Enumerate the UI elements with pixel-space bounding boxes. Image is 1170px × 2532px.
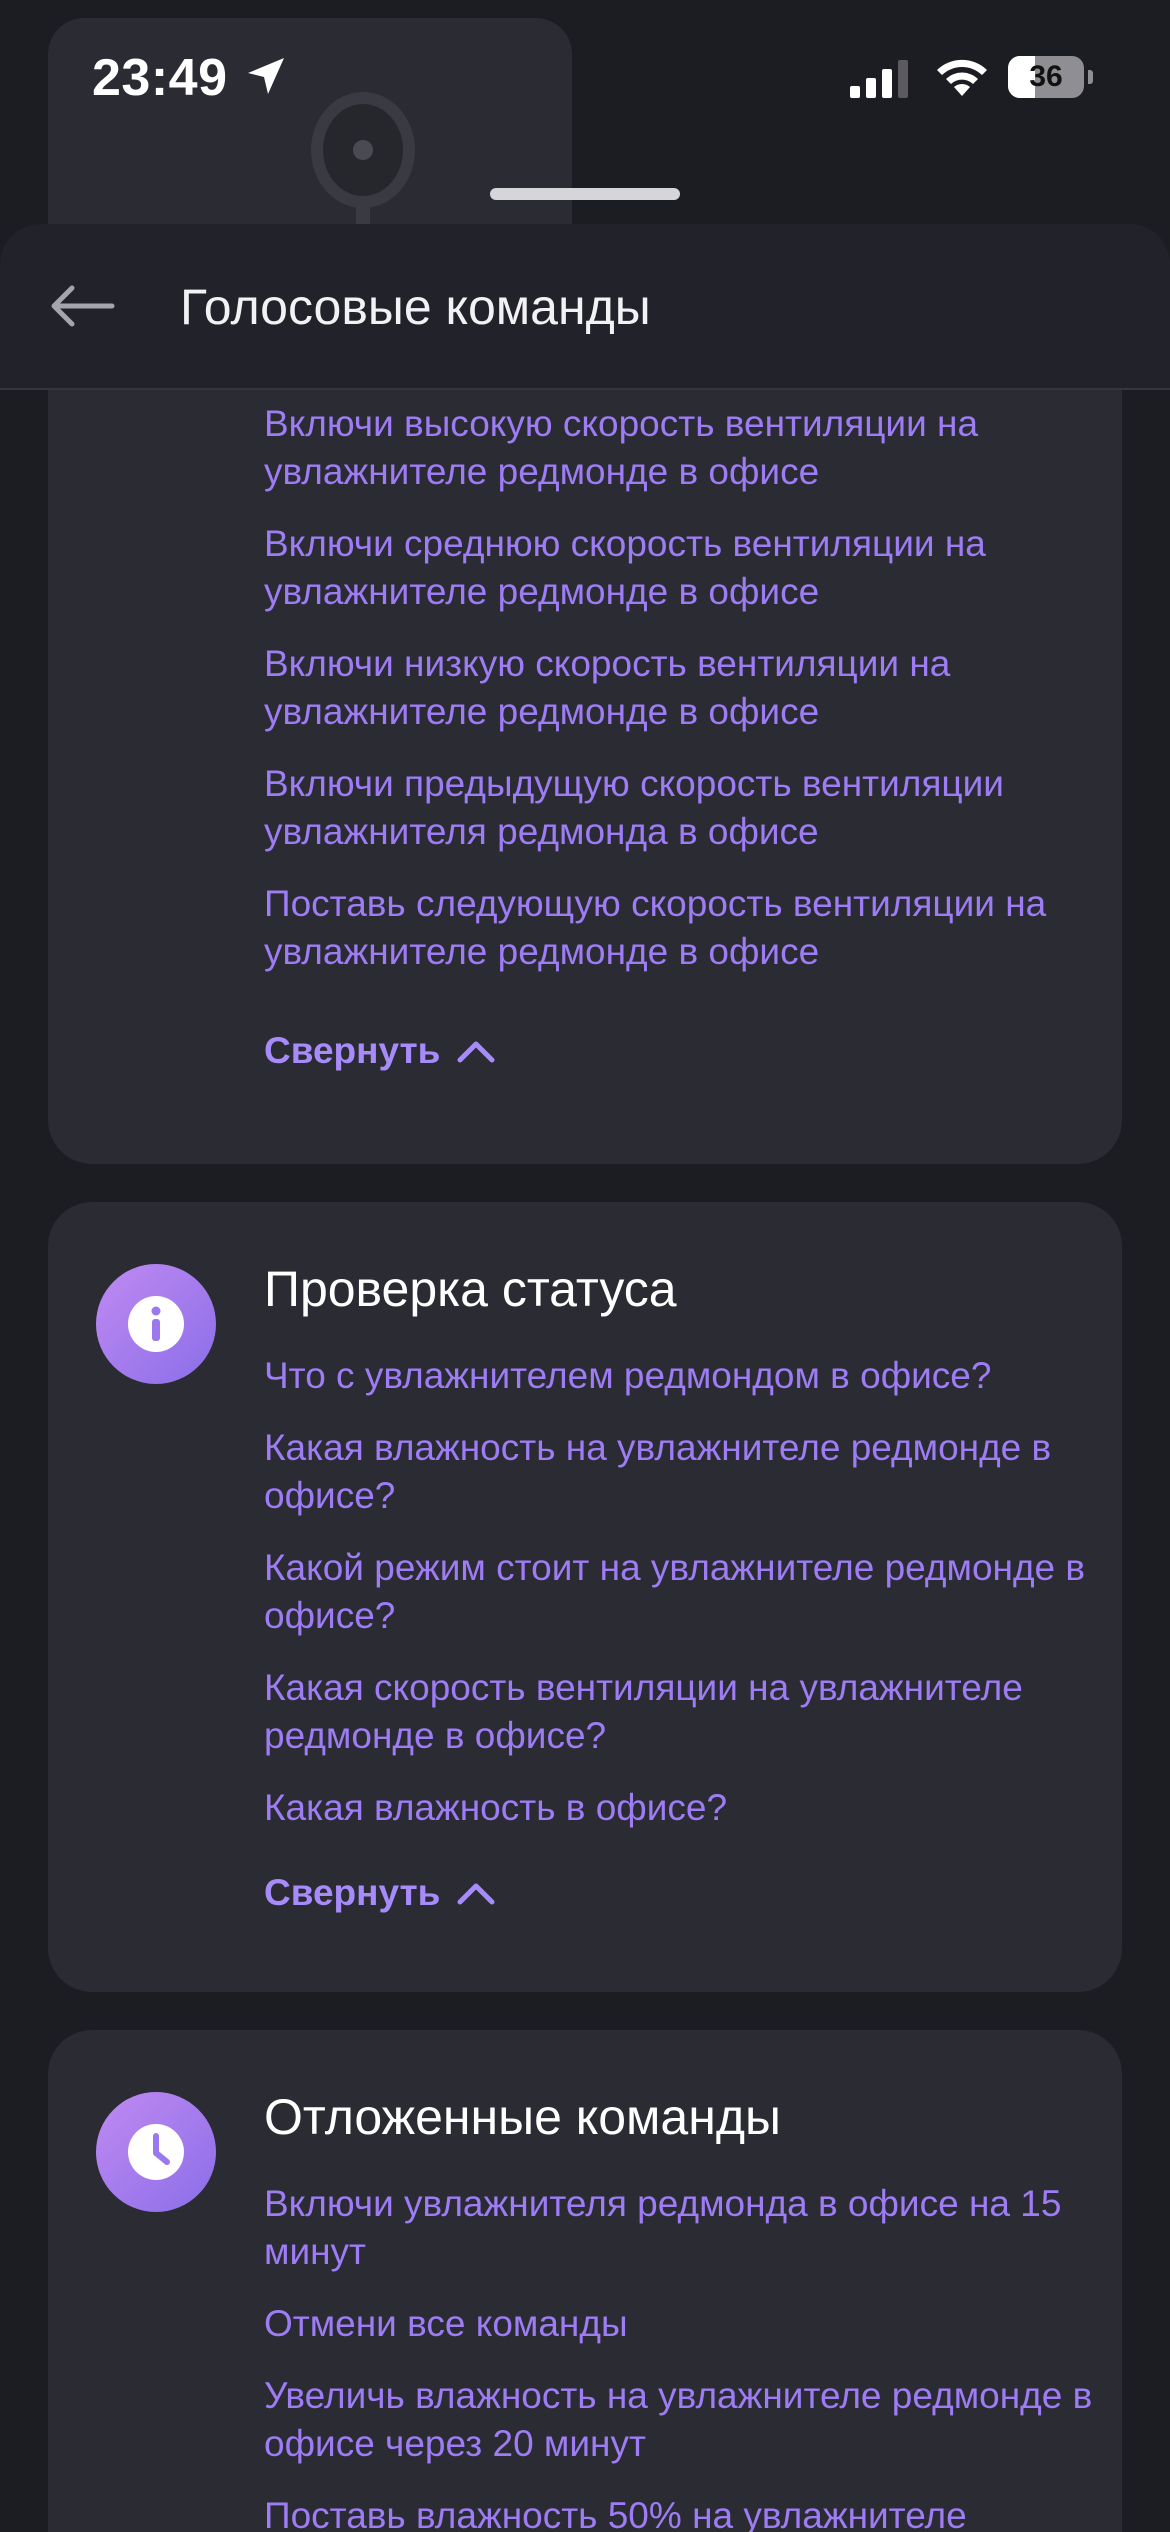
battery-icon: 36 [1008,56,1093,98]
collapse-button[interactable]: Свернуть [264,1872,496,1914]
voice-command[interactable]: Увеличь влажность на увлажнителе редмонд… [264,2372,1124,2468]
collapse-label: Свернуть [264,1872,441,1913]
voice-command[interactable]: Какая влажность на увлажнителе редмонде … [264,1424,1124,1520]
screen: 23:49 36 Включи высокую скорость вентиля… [0,0,1170,2532]
command-list: Включи увлажнителя редмонда в офисе на 1… [264,2180,1124,2532]
location-arrow-icon [248,58,284,94]
back-button[interactable] [44,276,120,336]
voice-command[interactable]: Включи среднюю скорость вентиляции на ув… [264,520,1124,616]
wifi-icon [937,59,987,96]
voice-command[interactable]: Какая скорость вентиляции на увлажнителе… [264,1664,1124,1760]
commands-list[interactable]: Включи высокую скорость вентиляции на ув… [0,224,1170,2532]
chevron-up-icon [457,1041,495,1063]
chevron-up-icon [457,1883,495,1905]
clock-icon [96,2092,216,2212]
voice-command[interactable]: Какая влажность в офисе? [264,1784,1124,1832]
page-title: Голосовые команды [180,279,651,335]
voice-command[interactable]: Поставь влажность 50% на увлажнителе [264,2492,1124,2532]
voice-command[interactable]: Включи предыдущую скорость вентиляции ув… [264,760,1124,856]
collapse-button[interactable]: Свернуть [264,1030,496,1072]
info-icon [96,1264,216,1384]
sheet-header: Голосовые команды [0,224,1170,390]
command-card-delayed: Отложенные команды Включи увлажнителя ре… [48,2030,1122,2532]
voice-command[interactable]: Какой режим стоит на увлажнителе редмонд… [264,1544,1124,1640]
voice-command[interactable]: Включи низкую скорость вентиляции на увл… [264,640,1124,736]
battery-level-text: 36 [1029,60,1063,93]
card-title: Отложенные команды [264,2089,781,2145]
voice-command[interactable]: Включи увлажнителя редмонда в офисе на 1… [264,2180,1124,2276]
arrow-left-icon [51,285,115,327]
collapse-label: Свернуть [264,1030,441,1071]
voice-commands-sheet: Включи высокую скорость вентиляции на ув… [0,224,1170,2532]
voice-command[interactable]: Поставь следующую скорость вентиляции на… [264,880,1124,976]
card-title: Проверка статуса [264,1261,677,1317]
command-card-status-check: Проверка статуса Что с увлажнителем редм… [48,1202,1122,1992]
cellular-signal-icon [850,60,908,98]
status-bar: 23:49 36 [0,0,1170,150]
voice-command[interactable]: Отмени все команды [264,2300,1124,2348]
command-list: Включи высокую скорость вентиляции на ув… [264,400,1124,1000]
status-time: 23:49 [92,49,228,107]
voice-command[interactable]: Что с увлажнителем редмондом в офисе? [264,1352,1124,1400]
sheet-grabber[interactable] [490,188,680,200]
voice-command[interactable]: Включи высокую скорость вентиляции на ув… [264,400,1124,496]
command-list: Что с увлажнителем редмондом в офисе? Ка… [264,1352,1124,1856]
